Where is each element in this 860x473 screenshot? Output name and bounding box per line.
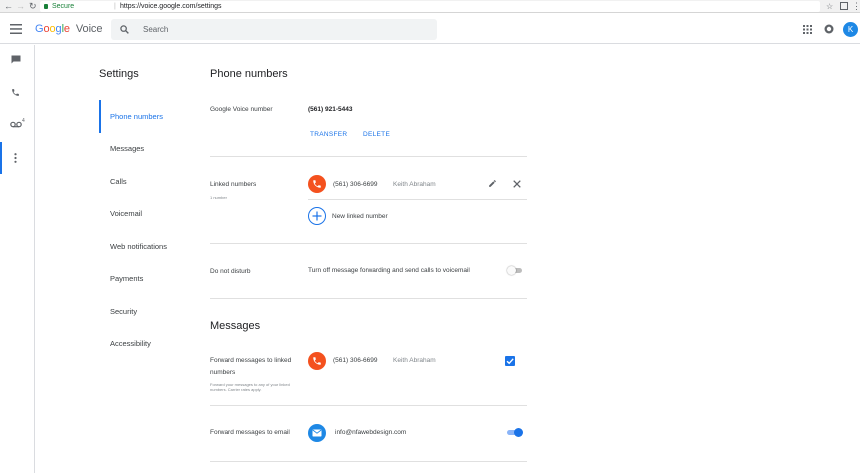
linked-number-name: Keith Abraham bbox=[393, 181, 436, 188]
edit-icon[interactable] bbox=[488, 179, 497, 188]
settings-nav-calls[interactable]: Calls bbox=[110, 177, 127, 187]
forward-to-email-toggle[interactable] bbox=[506, 428, 523, 437]
left-rail bbox=[0, 45, 35, 473]
more-vertical-icon[interactable] bbox=[14, 153, 17, 163]
forward-to-linked-sub: Forward your messages to any of your lin… bbox=[210, 382, 290, 392]
messages-heading: Messages bbox=[210, 320, 261, 332]
forward-email-value: info@nfawebdesign.com bbox=[335, 429, 407, 436]
do-not-disturb-toggle[interactable] bbox=[507, 266, 523, 275]
back-icon[interactable]: ← bbox=[4, 1, 13, 12]
section-divider bbox=[210, 298, 527, 299]
forward-number-name: Keith Abraham bbox=[393, 357, 436, 364]
do-not-disturb-label: Do not disturb bbox=[210, 268, 251, 275]
star-icon[interactable]: ☆ bbox=[826, 1, 833, 12]
settings-nav-web-notifications[interactable]: Web notifications bbox=[110, 242, 167, 252]
settings-nav-security[interactable]: Security bbox=[110, 307, 137, 317]
extension-icon[interactable] bbox=[840, 2, 848, 10]
rail-active-indicator bbox=[0, 142, 2, 174]
email-icon bbox=[312, 429, 322, 437]
reload-icon[interactable]: ↻ bbox=[29, 1, 37, 12]
section-divider bbox=[210, 156, 527, 157]
linked-divider bbox=[308, 199, 527, 200]
add-linked-number-button[interactable] bbox=[308, 207, 326, 225]
google-voice-number-label: Google Voice number bbox=[210, 106, 273, 113]
support-icon[interactable] bbox=[824, 24, 834, 34]
toggle-knob bbox=[507, 266, 516, 275]
forward-to-email-label: Forward messages to email bbox=[210, 429, 290, 436]
linked-numbers-count: 1 number bbox=[210, 195, 227, 200]
voicemail-icon[interactable] bbox=[10, 121, 22, 128]
close-icon[interactable] bbox=[513, 180, 521, 188]
forward-phone-avatar bbox=[308, 352, 326, 370]
forward-to-linked-label-line1: Forward messages to linked bbox=[210, 357, 292, 364]
url-text: https://voice.google.com/settings bbox=[120, 3, 222, 10]
calls-icon[interactable] bbox=[11, 88, 20, 97]
account-avatar[interactable]: K bbox=[843, 22, 858, 37]
section-divider bbox=[210, 405, 527, 406]
linked-numbers-label: Linked numbers bbox=[210, 181, 257, 188]
settings-title: Settings bbox=[99, 68, 139, 80]
new-linked-number-label[interactable]: New linked number bbox=[332, 212, 388, 221]
apps-grid-icon[interactable] bbox=[803, 25, 812, 34]
section-divider bbox=[210, 243, 527, 244]
logo-voice: Voice bbox=[75, 23, 103, 35]
settings-nav-messages[interactable]: Messages bbox=[110, 144, 144, 154]
phone-icon bbox=[313, 180, 321, 188]
linked-number-value: (561) 306-6699 bbox=[333, 181, 378, 188]
browser-menu-icon[interactable]: ⋮ bbox=[852, 1, 860, 12]
settings-nav-phone-numbers[interactable]: Phone numbers bbox=[110, 112, 163, 122]
forward-to-linked-checkbox[interactable] bbox=[505, 356, 515, 366]
search-bar[interactable] bbox=[111, 19, 437, 40]
forward-to-linked-sub-line2: numbers. Carrier rates apply. bbox=[210, 387, 262, 392]
messages-icon[interactable] bbox=[11, 55, 21, 64]
main-menu-icon[interactable] bbox=[10, 24, 22, 34]
phone-numbers-heading: Phone numbers bbox=[210, 68, 288, 80]
address-separator: | bbox=[114, 3, 116, 10]
forward-to-linked-label-line2: numbers bbox=[210, 369, 236, 376]
browser-toolbar: ← → ↻ Secure | https://voice.google.com/… bbox=[0, 0, 860, 13]
section-divider bbox=[210, 461, 527, 462]
forward-icon[interactable]: → bbox=[16, 1, 25, 12]
checkmark-icon bbox=[506, 358, 514, 365]
settings-nav-active-bar bbox=[99, 100, 101, 133]
email-avatar bbox=[308, 424, 326, 442]
plus-icon bbox=[312, 211, 322, 221]
linked-phone-avatar bbox=[308, 175, 326, 193]
voicemail-count-badge: 4 bbox=[22, 118, 25, 124]
settings-nav-payments[interactable]: Payments bbox=[110, 274, 143, 284]
lock-icon bbox=[44, 4, 48, 9]
search-input[interactable] bbox=[143, 19, 423, 40]
logo-google: Google bbox=[35, 23, 70, 35]
toggle-knob bbox=[514, 428, 523, 437]
google-voice-number-value: (561) 921-5443 bbox=[308, 106, 353, 113]
transfer-button[interactable]: TRANSFER bbox=[310, 131, 347, 138]
address-bar[interactable]: Secure | https://voice.google.com/settin… bbox=[40, 1, 820, 12]
phone-icon bbox=[313, 357, 321, 365]
settings-nav-voicemail[interactable]: Voicemail bbox=[110, 209, 142, 219]
forward-to-linked-label: Forward messages to linked numbers bbox=[210, 355, 291, 378]
do-not-disturb-description: Turn off message forwarding and send cal… bbox=[308, 267, 470, 274]
secure-label: Secure bbox=[52, 3, 75, 10]
search-icon[interactable] bbox=[120, 25, 129, 34]
delete-button[interactable]: DELETE bbox=[363, 131, 390, 138]
app-logo[interactable]: Google Voice bbox=[35, 23, 102, 36]
forward-number-value: (561) 306-6699 bbox=[333, 357, 378, 364]
settings-nav-accessibility[interactable]: Accessibility bbox=[110, 339, 151, 349]
